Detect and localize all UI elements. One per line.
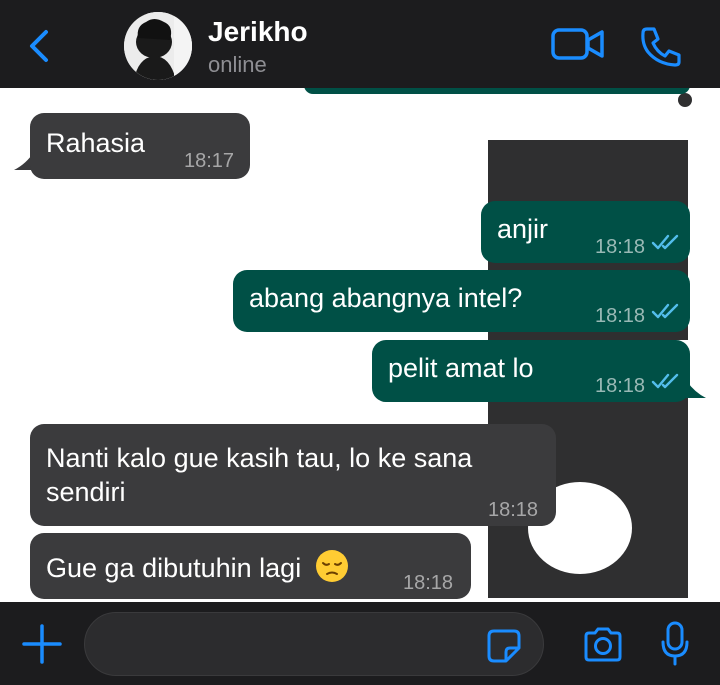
video-call-button[interactable] <box>550 24 606 64</box>
message-text-line: sendiri <box>46 477 126 507</box>
message-bubble-incoming[interactable]: Gue ga dibutuhin lagi 18:18 <box>30 533 471 599</box>
sticker-button[interactable] <box>486 628 522 664</box>
plus-icon <box>22 624 62 664</box>
read-receipt-icon <box>651 373 679 389</box>
message-time: 18:18 <box>488 499 539 521</box>
message-input[interactable] <box>84 612 544 676</box>
message-text: pelit amat lo <box>388 353 534 383</box>
read-receipt-icon <box>651 234 679 250</box>
voice-message-button[interactable] <box>660 620 690 668</box>
message-bubble-outgoing[interactable]: pelit amat lo 18:18 <box>372 340 690 402</box>
message-list[interactable]: Rahasia 18:17 anjir 18:18 abang abangnya… <box>0 88 720 602</box>
message-time: 18:18 <box>595 305 646 327</box>
camera-icon <box>584 627 622 662</box>
avatar[interactable] <box>124 12 192 80</box>
phone-icon <box>641 27 681 67</box>
message-time: 18:18 <box>595 236 646 258</box>
sticker-icon <box>487 629 521 663</box>
read-receipt-icon <box>651 303 679 319</box>
previous-message-bubble <box>304 88 690 94</box>
chat-header: Jerikho online <box>0 0 720 88</box>
camera-button[interactable] <box>582 626 624 664</box>
message-text: anjir <box>497 214 549 244</box>
message-text: abang abangnya intel? <box>249 283 523 313</box>
message-bubble-incoming[interactable]: Rahasia 18:17 <box>30 113 250 179</box>
contact-name[interactable]: Jerikho <box>208 16 308 48</box>
message-text: Gue ga dibutuhin lagi <box>46 549 349 590</box>
pensive-face-emoji <box>315 549 349 590</box>
contact-status: online <box>208 52 267 77</box>
attach-button[interactable] <box>20 622 64 666</box>
message-bubble-outgoing[interactable]: anjir 18:18 <box>481 201 690 263</box>
message-time: 18:18 <box>403 572 454 594</box>
back-button[interactable] <box>24 26 58 66</box>
chevron-left-icon <box>30 30 48 62</box>
message-time: 18:18 <box>595 375 646 397</box>
message-bubble-outgoing[interactable]: abang abangnya intel? 18:18 <box>233 270 690 332</box>
message-input-bar <box>0 602 720 685</box>
message-time: 18:17 <box>184 150 235 172</box>
video-camera-icon <box>551 28 604 60</box>
message-text: Rahasia <box>46 128 146 158</box>
microphone-icon <box>661 621 689 666</box>
message-text-line: Nanti kalo gue kasih tau, lo ke sana <box>46 443 473 473</box>
voice-call-button[interactable] <box>638 24 684 68</box>
message-bubble-incoming[interactable]: Nanti kalo gue kasih tau, lo ke sana sen… <box>30 424 556 526</box>
